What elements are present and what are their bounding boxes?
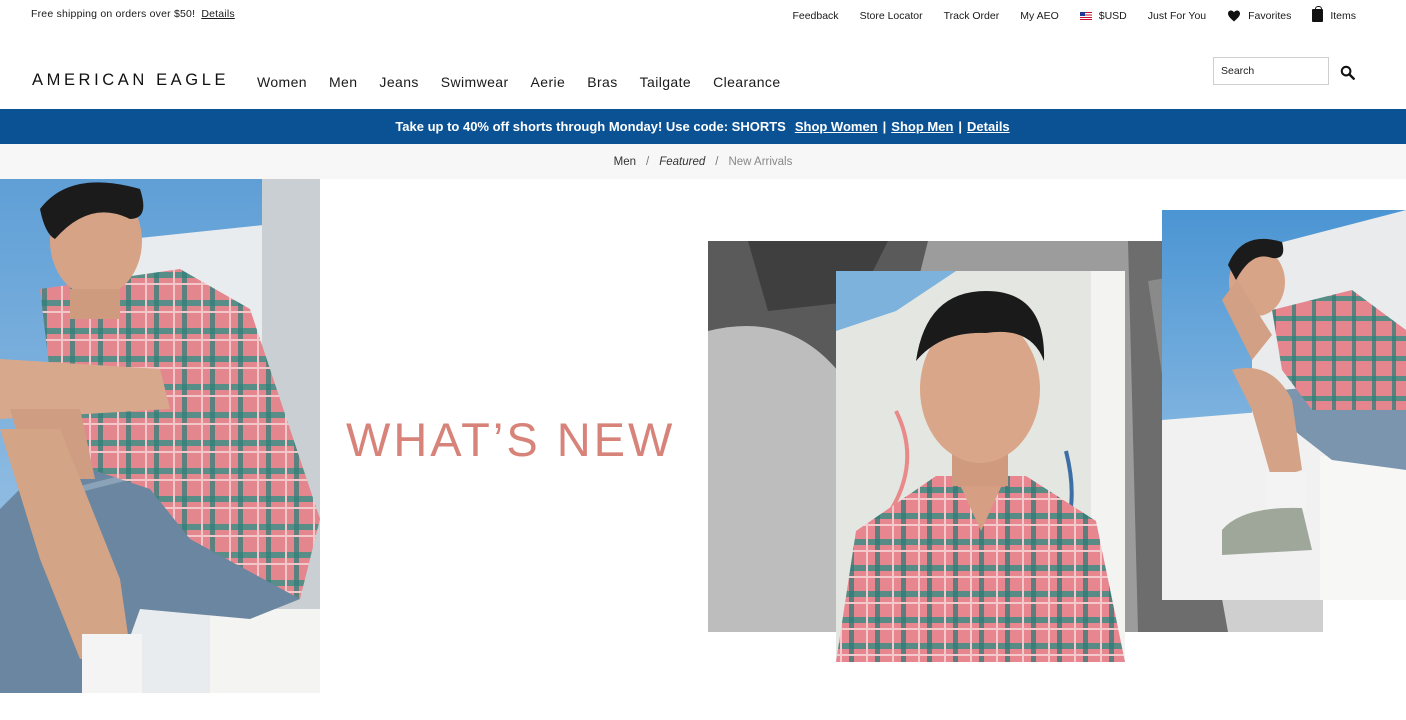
shop-men-link[interactable]: Shop Men bbox=[891, 119, 953, 134]
breadcrumb: Men / Featured / New Arrivals bbox=[0, 144, 1406, 179]
currency-label: $USD bbox=[1098, 9, 1127, 22]
nav-swimwear[interactable]: Swimwear bbox=[441, 74, 509, 90]
nav-bras[interactable]: Bras bbox=[587, 74, 617, 90]
nav-aerie[interactable]: Aerie bbox=[531, 74, 566, 90]
model-photo-image bbox=[0, 179, 320, 693]
shipping-message: Free shipping on orders over $50! Detail… bbox=[31, 8, 235, 20]
currency-selector[interactable]: $USD bbox=[1079, 9, 1127, 22]
us-flag-icon bbox=[1079, 11, 1092, 20]
favorites-link[interactable]: Favorites bbox=[1227, 10, 1291, 22]
bag-link[interactable]: Items bbox=[1312, 6, 1356, 22]
promo-banner: Take up to 40% off shorts through Monday… bbox=[0, 109, 1406, 144]
breadcrumb-separator: / bbox=[715, 155, 719, 168]
utility-links: Feedback Store Locator Track Order My AE… bbox=[792, 6, 1356, 22]
store-locator-link[interactable]: Store Locator bbox=[860, 10, 923, 22]
breadcrumb-separator: / bbox=[646, 155, 650, 168]
promo-separator: | bbox=[958, 119, 963, 134]
promo-text: Take up to 40% off shorts through Monday… bbox=[395, 119, 786, 134]
breadcrumb-current: New Arrivals bbox=[728, 155, 793, 168]
promo-separator: | bbox=[882, 119, 887, 134]
heart-icon bbox=[1228, 10, 1241, 21]
main-nav: Women Men Jeans Swimwear Aerie Bras Tail… bbox=[257, 74, 803, 90]
nav-women[interactable]: Women bbox=[257, 74, 307, 90]
search-icon[interactable] bbox=[1340, 65, 1355, 80]
hero-photo-center[interactable] bbox=[836, 271, 1125, 662]
shop-women-link[interactable]: Shop Women bbox=[795, 119, 878, 134]
nav-jeans[interactable]: Jeans bbox=[379, 74, 418, 90]
track-order-link[interactable]: Track Order bbox=[944, 10, 1000, 22]
search-input[interactable] bbox=[1213, 57, 1329, 85]
items-label: Items bbox=[1330, 9, 1356, 22]
shipping-text: Free shipping on orders over $50! bbox=[31, 8, 196, 20]
hero-photo-left[interactable] bbox=[0, 179, 320, 693]
main-header: AMERICAN EAGLE Women Men Jeans Swimwear … bbox=[0, 30, 1406, 109]
model-sitting-image bbox=[1162, 210, 1406, 600]
feedback-link[interactable]: Feedback bbox=[792, 10, 838, 22]
nav-men[interactable]: Men bbox=[329, 74, 357, 90]
shipping-details-link[interactable]: Details bbox=[201, 8, 235, 20]
american-eagle-logo[interactable]: AMERICAN EAGLE bbox=[32, 71, 229, 90]
nav-tailgate[interactable]: Tailgate bbox=[640, 74, 691, 90]
model-portrait-image bbox=[836, 271, 1125, 662]
utility-bar: Free shipping on orders over $50! Detail… bbox=[0, 0, 1406, 30]
breadcrumb-featured[interactable]: Featured bbox=[659, 156, 705, 168]
hero-photo-right[interactable] bbox=[1162, 210, 1406, 600]
favorites-label: Favorites bbox=[1248, 9, 1292, 22]
promo-details-link[interactable]: Details bbox=[967, 119, 1010, 134]
breadcrumb-men[interactable]: Men bbox=[614, 156, 636, 168]
my-aeo-link[interactable]: My AEO bbox=[1020, 10, 1059, 22]
nav-clearance[interactable]: Clearance bbox=[713, 74, 780, 90]
shopping-bag-icon bbox=[1312, 6, 1324, 22]
hero-banner[interactable]: WHAT’S NEW bbox=[0, 179, 1406, 720]
just-for-you-link[interactable]: Just For You bbox=[1148, 10, 1206, 22]
whats-new-headline: WHAT’S NEW bbox=[346, 413, 676, 466]
